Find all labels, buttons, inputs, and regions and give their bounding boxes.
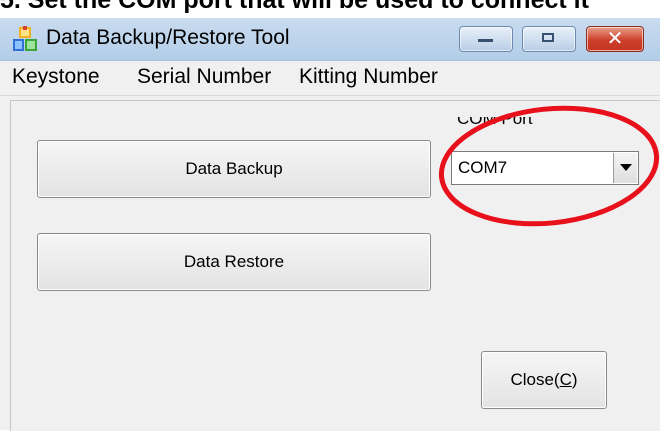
com-port-value: COM7 — [458, 158, 508, 177]
menu-keystone[interactable]: Keystone — [12, 65, 100, 89]
minimize-button[interactable] — [459, 26, 513, 52]
close-window-button[interactable]: ✕ — [586, 26, 644, 52]
com-port-select[interactable]: COM7 — [451, 151, 639, 185]
chevron-down-icon — [620, 164, 632, 171]
data-restore-button[interactable]: Data Restore — [37, 233, 431, 291]
dialog-body: Data Backup Data Restore COM Port COM7 C… — [10, 100, 660, 431]
data-backup-button[interactable]: Data Backup — [37, 140, 431, 198]
app-window: Data Backup/Restore Tool ✕ Keystone Seri… — [0, 18, 660, 431]
maximize-button[interactable] — [522, 26, 576, 52]
maximize-icon — [542, 33, 554, 42]
menu-kitting-number[interactable]: Kitting Number — [299, 65, 438, 89]
close-label-suffix: ) — [571, 370, 578, 389]
dropdown-button[interactable] — [613, 153, 637, 183]
com-port-label: COM Port — [457, 117, 657, 131]
menu-bar: Keystone Serial Number Kitting Number — [0, 61, 660, 96]
title-bar[interactable]: Data Backup/Restore Tool ✕ — [0, 18, 660, 61]
close-label-prefix: Close( — [510, 370, 560, 389]
menu-serial-number[interactable]: Serial Number — [137, 65, 271, 89]
instruction-caption: 5. Set the COM port that will be used to… — [0, 0, 660, 20]
app-blocks-icon — [13, 26, 37, 51]
com-port-label-text: COM Port — [457, 117, 533, 128]
close-icon: ✕ — [606, 28, 624, 50]
instruction-caption-text: 5. Set the COM port that will be used to… — [0, 0, 589, 14]
close-label-hotkey: C — [559, 370, 572, 389]
minimize-icon — [478, 39, 493, 42]
close-button[interactable]: Close(C) — [481, 351, 607, 409]
window-title: Data Backup/Restore Tool — [46, 26, 290, 49]
